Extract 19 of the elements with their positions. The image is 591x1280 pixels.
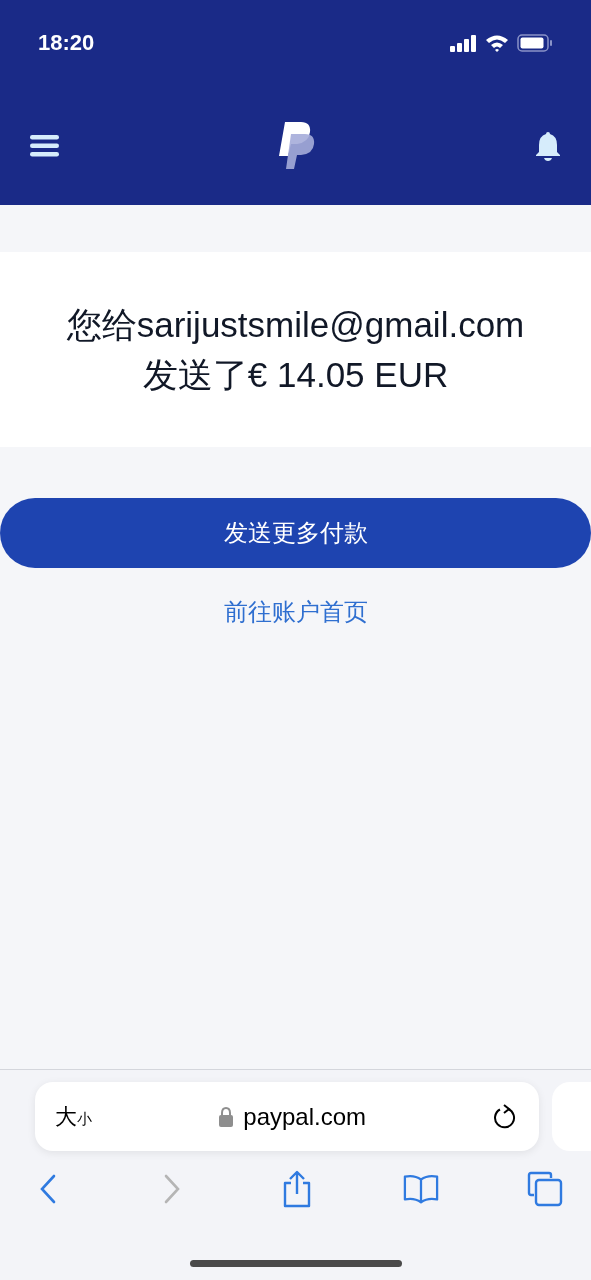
confirmation-text: 发送了€ 14.05 EUR xyxy=(142,353,449,396)
book-icon xyxy=(402,1173,439,1205)
bell-icon[interactable] xyxy=(535,130,561,161)
battery-icon xyxy=(517,34,553,52)
confirmation-text: 您给sarijustsmile@gmail.com xyxy=(66,303,525,346)
url-text: paypal.com xyxy=(243,1102,367,1131)
forward-icon xyxy=(163,1174,182,1204)
logo-icon xyxy=(277,121,317,170)
reload-icon[interactable] xyxy=(493,1103,518,1130)
status-time: 18:20 xyxy=(38,30,95,56)
send-more-button[interactable]: 发送更多付款 xyxy=(0,498,591,568)
account-home-link[interactable]: 前往账户首页 xyxy=(223,596,368,628)
toolbar-button[interactable] xyxy=(527,1169,563,1209)
wifi-icon xyxy=(485,34,509,52)
tabs-icon xyxy=(527,1171,563,1207)
signal-icon xyxy=(450,34,477,52)
lock-icon xyxy=(219,1106,234,1127)
back-icon xyxy=(39,1174,57,1204)
menu-icon[interactable] xyxy=(30,134,59,157)
